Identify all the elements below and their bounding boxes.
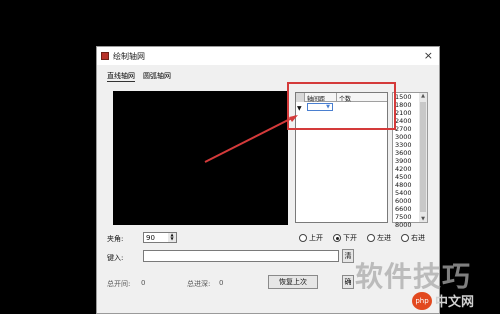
annotation-highlight-box [287,82,396,130]
watermark-text: 软件技巧 [355,260,472,293]
php-logo-icon: php [412,292,432,310]
annotation-arrow [204,115,297,163]
watermark-site-name: 中文网 [435,295,475,310]
